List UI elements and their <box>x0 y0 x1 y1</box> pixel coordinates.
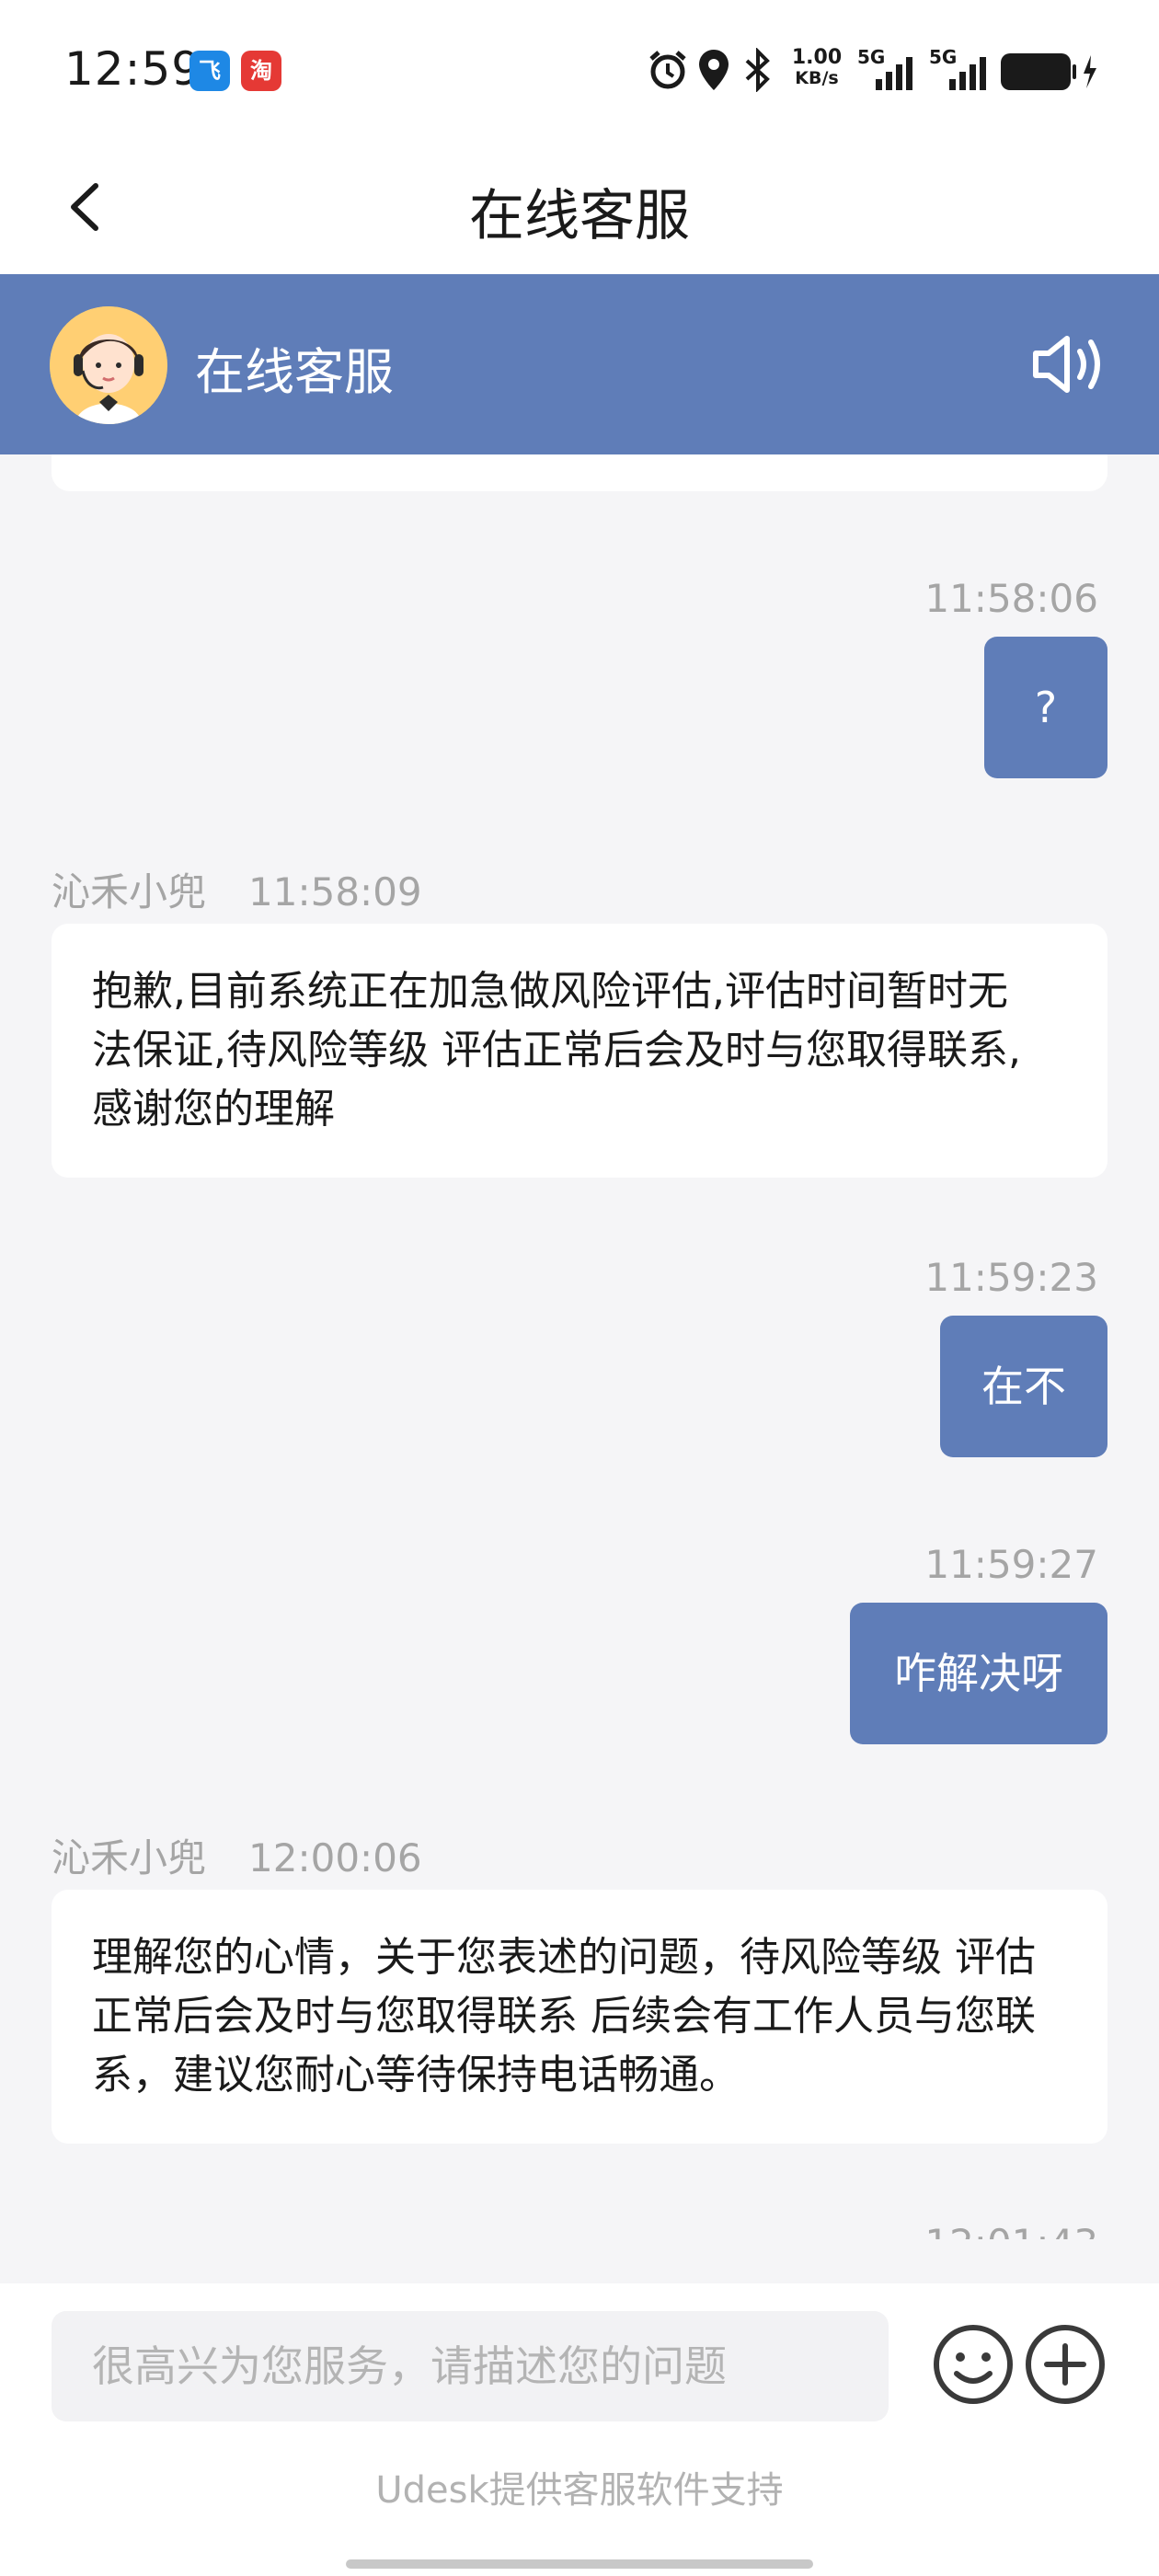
location-icon <box>699 50 729 90</box>
message-line: 抱歉,目前系统正在加急做风险评估,评估时间暂时无 <box>92 968 1008 1015</box>
message-timestamp: 12:00:06 <box>248 1835 422 1880</box>
agent-message-meta: 沁禾小兜 12:00:06 <box>52 1827 422 1883</box>
message-timestamp: 11:58:09 <box>248 869 422 914</box>
emoji-icon[interactable] <box>931 2322 1016 2407</box>
agent-message-bubble[interactable]: 理解您的心情，关于您表述的问题，待风险等级 评估 正常后会及时与您取得联系 后续… <box>52 1890 1107 2144</box>
message-timestamp: 12:01:43 <box>924 2221 1098 2239</box>
add-attachment-icon[interactable] <box>1023 2322 1107 2407</box>
home-indicator[interactable] <box>346 2559 813 2569</box>
message-line: 法保证,待风险等级 评估正常后会及时与您取得联系, <box>92 1027 1021 1074</box>
chat-message-list[interactable]: 11:58:06 ? 沁禾小兜 11:58:09 抱歉,目前系统正在加急做风险评估… <box>0 454 1159 2239</box>
signal-icon-2 <box>949 57 986 90</box>
battery-icon <box>1001 53 1096 90</box>
agent-header: 在线客服 <box>0 274 1159 454</box>
message-timestamp: 11:58:06 <box>924 576 1098 621</box>
message-line: 感谢您的理解 <box>92 1086 335 1133</box>
input-bar: 很高兴为您服务，请描述您的问题 Udesk提供客服软件支持 <box>0 2283 1159 2576</box>
network-speed-value: 1.00 <box>791 46 843 69</box>
message-line: 理解您的心情，关于您表述的问题，待风险等级 评估 <box>92 1934 1036 1981</box>
alarm-icon <box>649 51 686 89</box>
message-line: 正常后会及时与您取得联系 后续会有工作人员与您联 <box>92 1993 1036 2040</box>
message-timestamp: 11:59:27 <box>924 1542 1098 1587</box>
agent-name: 在线客服 <box>195 343 394 401</box>
nav-bar: 在线客服 <box>0 138 1159 274</box>
agent-avatar <box>50 306 167 424</box>
user-message-bubble[interactable]: 在不 <box>940 1316 1107 1457</box>
network-speed: 1.00 KB/s <box>791 46 843 89</box>
message-timestamp: 11:59:23 <box>924 1255 1098 1300</box>
message-input[interactable]: 很高兴为您服务，请描述您的问题 <box>52 2311 889 2421</box>
signal-icon <box>876 57 912 90</box>
powered-by-footer: Udesk提供客服软件支持 <box>375 2469 784 2512</box>
status-bar: 12:59 飞 淘 1.00 KB/s 5G 5G <box>0 0 1159 138</box>
user-message-bubble[interactable]: 咋解决呀 <box>850 1603 1107 1744</box>
speaker-icon[interactable] <box>1030 328 1107 401</box>
agent-message-bubble[interactable]: 抱歉,目前系统正在加急做风险评估,评估时间暂时无 法保证,待风险等级 评估正常后… <box>52 924 1107 1178</box>
agent-sender-name: 沁禾小兜 <box>52 869 207 914</box>
chat-screen: 12:59 飞 淘 1.00 KB/s 5G 5G 在线客服 在线客服 11:5… <box>0 0 1159 2576</box>
user-message-bubble[interactable]: ? <box>984 637 1107 778</box>
page-title: 在线客服 <box>469 184 690 248</box>
status-time: 12:59 <box>64 42 202 96</box>
app-notification-icon: 飞 <box>189 51 230 91</box>
agent-sender-name: 沁禾小兜 <box>52 1835 207 1880</box>
agent-message-meta: 沁禾小兜 11:58:09 <box>52 861 422 917</box>
taobao-notification-icon: 淘 <box>241 51 281 91</box>
bluetooth-icon <box>745 48 770 92</box>
message-line: 系，建议您耐心等待保持电话畅通。 <box>92 2052 740 2099</box>
network-speed-unit: KB/s <box>795 68 839 88</box>
previous-message-card <box>52 454 1107 491</box>
